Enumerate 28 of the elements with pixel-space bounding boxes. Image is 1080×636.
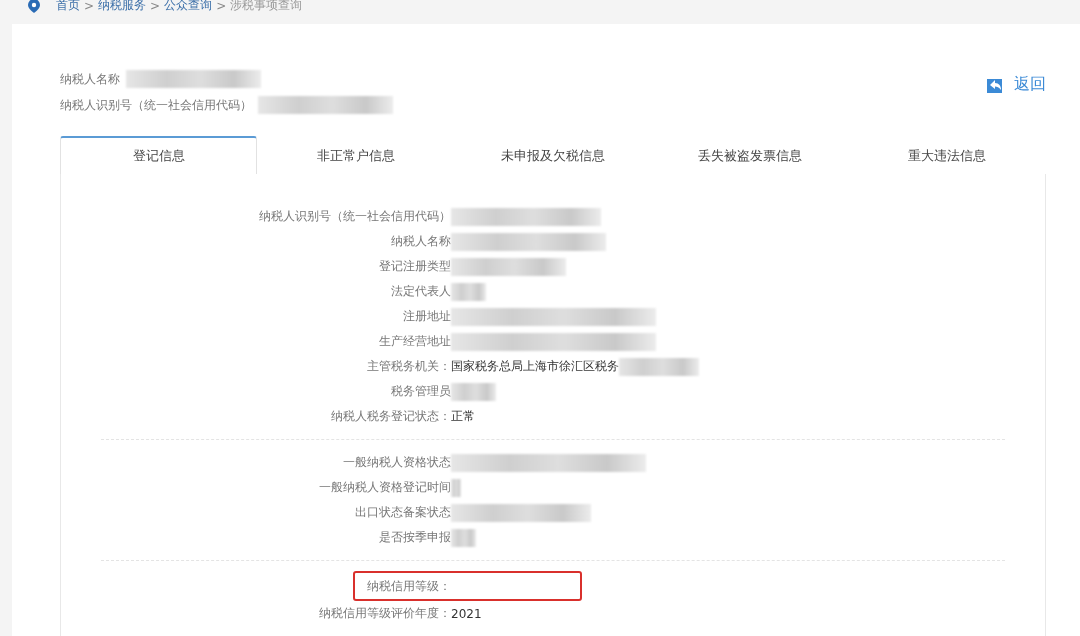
breadcrumb-link[interactable]: 公众查询	[164, 0, 213, 14]
field-label: 纳税人识别号（统一社会信用代码）	[258, 208, 451, 225]
field-label: 纳税人识别号（统一社会信用代码）	[60, 96, 252, 114]
breadcrumb-separator: >	[84, 0, 95, 13]
field-value: 2021	[451, 606, 482, 621]
back-button[interactable]: 返回	[986, 74, 1046, 95]
field-label: 登记注册类型	[378, 258, 451, 275]
field-label: 一般纳税人资格状态	[342, 454, 451, 471]
field-label: 注册地址	[402, 308, 451, 325]
tab[interactable]: 登记信息	[60, 136, 258, 174]
field-label: 出口状态备案状态	[354, 504, 451, 521]
field-value: 国家税务总局上海市徐汇区税务	[451, 358, 619, 375]
field-label: 一般纳税人资格登记时间	[318, 479, 451, 496]
field-label: 生产经营地址	[378, 333, 451, 350]
field-label: 税务管理员	[390, 383, 451, 400]
field-label: 纳税信用等级：	[366, 577, 451, 595]
field-label: 纳税人税务登记状态：	[330, 408, 451, 425]
field-label: 纳税人名称	[390, 233, 451, 250]
field-label: 法定代表人	[390, 283, 451, 300]
breadcrumb-link[interactable]: 首页	[56, 0, 80, 14]
breadcrumb-separator: >	[216, 0, 227, 13]
breadcrumb-separator: >	[150, 0, 161, 13]
location-pin-icon	[28, 0, 40, 13]
field-value: 正常	[451, 408, 475, 425]
field-label: 主管税务机关：	[366, 358, 451, 375]
field-label: 纳税人名称	[60, 70, 120, 88]
field-label: 是否按季申报	[378, 529, 451, 546]
field-label: 纳税信用等级评价年度：	[318, 605, 451, 622]
